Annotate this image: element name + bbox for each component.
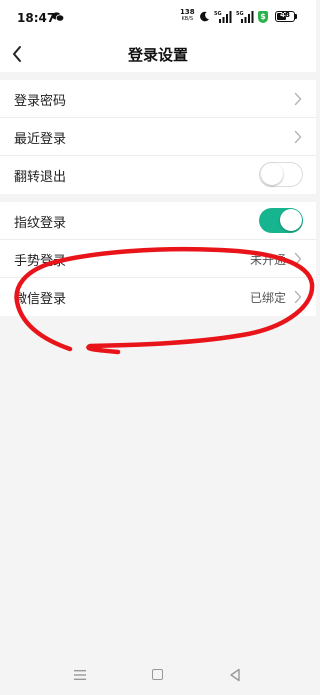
row-label: 最近登录	[14, 132, 67, 147]
security-shield-icon: $	[258, 11, 268, 23]
battery-icon: 48	[275, 11, 295, 22]
page-title: 登录设置	[127, 46, 188, 64]
row-wechat-login[interactable]: 微信登录 已绑定	[0, 278, 316, 316]
app-header: 登录设置	[0, 36, 316, 72]
status-bar: 18:47 138 KB/S 5G 5G $ 48	[0, 0, 316, 36]
row-login-password[interactable]: 登录密码	[0, 80, 316, 118]
chevron-right-icon	[294, 130, 302, 144]
flip-logout-toggle[interactable]	[259, 162, 303, 187]
signal-1-label: 5G	[214, 11, 222, 17]
menu-icon[interactable]	[73, 669, 87, 681]
status-time: 18:47	[17, 11, 56, 25]
settings-group-1: 登录密码 最近登录 翻转退出	[0, 80, 316, 194]
chevron-right-icon	[294, 92, 302, 106]
row-fingerprint-login: 指纹登录	[0, 202, 316, 240]
toggle-knob	[280, 209, 302, 231]
back-triangle-icon[interactable]	[229, 668, 241, 682]
battery-level: 48	[280, 11, 290, 19]
row-gesture-login[interactable]: 手势登录 未开通	[0, 240, 316, 278]
row-label: 指纹登录	[14, 216, 67, 231]
fingerprint-login-toggle[interactable]	[259, 208, 303, 233]
network-speed: 138 KB/S	[180, 8, 195, 23]
signal-icon: 5G	[214, 11, 232, 23]
chevron-right-icon	[294, 290, 302, 304]
row-label: 微信登录	[14, 292, 67, 307]
chevron-right-icon	[294, 252, 302, 266]
row-recent-login[interactable]: 最近登录	[0, 118, 316, 156]
signal-icon: 5G	[236, 11, 254, 23]
row-flip-logout: 翻转退出	[0, 156, 316, 194]
home-square-icon[interactable]	[152, 669, 163, 680]
wechat-notification-icon	[52, 12, 64, 22]
battery-tip	[295, 14, 297, 19]
row-value: 已绑定	[249, 291, 286, 305]
moon-icon	[200, 11, 209, 22]
signal-2-label: 5G	[236, 11, 244, 17]
row-label: 手势登录	[14, 254, 67, 269]
settings-group-2: 指纹登录 手势登录 未开通 微信登录 已绑定	[0, 202, 316, 316]
toggle-knob	[261, 163, 283, 185]
row-value: 未开通	[249, 253, 286, 267]
row-label: 登录密码	[14, 94, 67, 109]
system-nav-bar	[0, 657, 316, 695]
row-label: 翻转退出	[14, 170, 67, 185]
